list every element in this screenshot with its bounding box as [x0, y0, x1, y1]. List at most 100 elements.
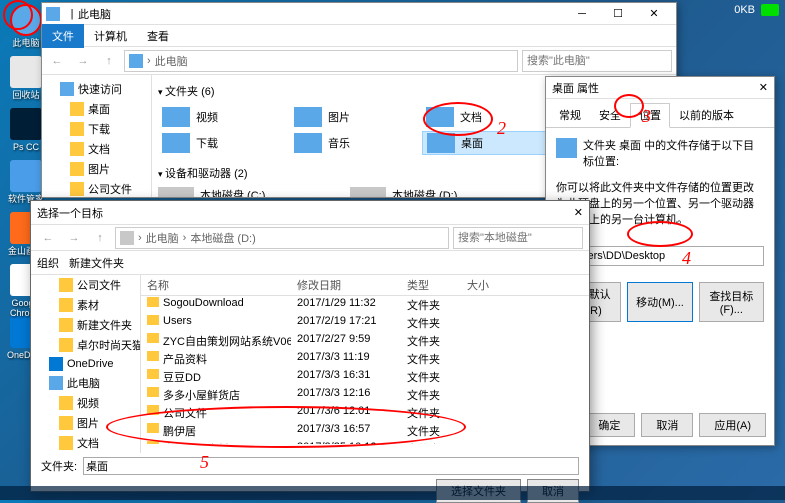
move-button[interactable]: 移动(M)...	[627, 282, 692, 322]
maximize-button[interactable]: ☐	[600, 3, 636, 25]
col-name[interactable]: 名称	[141, 275, 291, 295]
tab-view[interactable]: 查看	[137, 24, 179, 48]
sidebar-item-video[interactable]: 视频	[31, 393, 140, 413]
forward-button[interactable]: →	[63, 227, 85, 249]
up-button[interactable]: ↑	[89, 227, 111, 249]
folder-icon	[147, 369, 159, 379]
back-button[interactable]: ←	[46, 50, 68, 72]
sidebar-item-newfolder[interactable]: 新建文件夹	[31, 315, 140, 335]
trash-icon	[10, 56, 42, 88]
pc-icon	[10, 4, 42, 36]
close-button[interactable]: ✕	[636, 3, 672, 25]
filename-input[interactable]	[83, 457, 579, 475]
cancel-button[interactable]: 取消	[641, 413, 693, 437]
list-item[interactable]: ZYC自由策划网站系统V06商业版-Buil...2017/2/27 9:59文…	[141, 332, 589, 350]
properties-titlebar[interactable]: 桌面 属性 ✕	[546, 77, 774, 99]
net-speed-label: 0KB	[734, 4, 755, 16]
list-item[interactable]: SogouDownload2017/1/29 11:32文件夹	[141, 296, 589, 314]
list-item[interactable]: 公司文件2017/3/6 12:01文件夹	[141, 404, 589, 422]
folder-icon	[59, 298, 73, 312]
drive-icon	[120, 231, 134, 245]
breadcrumb[interactable]: ›此电脑 ›本地磁盘 (D:)	[115, 227, 449, 249]
list-item[interactable]: 鹏伊居2017/3/3 16:57文件夹	[141, 422, 589, 440]
folder-music[interactable]: 音乐	[290, 131, 420, 155]
folder-desktop[interactable]: 桌面	[422, 131, 552, 155]
folder-documents[interactable]: 文档	[422, 105, 552, 129]
folder-pictures[interactable]: 图片	[290, 105, 420, 129]
drive-icon	[158, 187, 194, 197]
list-item[interactable]: Users2017/2/19 17:21文件夹	[141, 314, 589, 332]
desktop-icon	[556, 138, 577, 158]
ok-button[interactable]: 确定	[583, 413, 635, 437]
folder-video[interactable]: 视频	[158, 105, 288, 129]
search-input[interactable]	[453, 227, 583, 249]
find-button[interactable]: 查找目标(F)...	[699, 282, 764, 322]
tab-security[interactable]: 安全	[590, 103, 630, 127]
col-type[interactable]: 类型	[401, 275, 461, 295]
crumb-thispc[interactable]: 此电脑	[155, 53, 188, 69]
close-button[interactable]: ✕	[759, 81, 768, 94]
sidebar-item-company[interactable]: 公司文件	[42, 179, 151, 197]
folder-downloads[interactable]: 下载	[158, 131, 288, 155]
folder-icon	[59, 338, 73, 352]
folder-icon	[59, 396, 73, 410]
list-item[interactable]: 豆豆DD2017/3/3 16:31文件夹	[141, 368, 589, 386]
picker-addressbar: ← → ↑ ›此电脑 ›本地磁盘 (D:)	[31, 225, 589, 251]
network-icon[interactable]	[761, 4, 779, 16]
sidebar-item-documents[interactable]: 文档	[42, 139, 151, 159]
sidebar-item-onedrive[interactable]: OneDrive	[31, 355, 140, 373]
forward-button[interactable]: →	[72, 50, 94, 72]
explorer-titlebar[interactable]: | 此电脑 ─ ☐ ✕	[42, 3, 676, 25]
sidebar-item-thispc[interactable]: 此电脑	[31, 373, 140, 393]
sidebar-item-material[interactable]: 素材	[31, 295, 140, 315]
picker-sidebar: 公司文件 素材 新建文件夹 卓尔时尚天猫店 OneDrive 此电脑 视频 图片…	[31, 275, 141, 453]
new-folder-button[interactable]: 新建文件夹	[69, 255, 124, 271]
downloads-icon	[162, 133, 190, 153]
tab-computer[interactable]: 计算机	[84, 24, 137, 48]
list-item[interactable]: 产品资料2017/3/3 11:19文件夹	[141, 350, 589, 368]
documents-icon	[426, 107, 454, 127]
folder-icon	[59, 436, 73, 450]
pc-icon	[49, 376, 63, 390]
folder-picker-dialog: 选择一个目标 ✕ ← → ↑ ›此电脑 ›本地磁盘 (D:) 组织 新建文件夹 …	[30, 200, 590, 492]
sidebar-item-desktop[interactable]: 桌面	[42, 99, 151, 119]
up-button[interactable]: ↑	[98, 50, 120, 72]
sidebar-item-documents[interactable]: 文档	[31, 433, 140, 453]
ribbon: 文件 计算机 查看	[42, 25, 676, 47]
app-icon	[10, 160, 42, 192]
separator: |	[66, 8, 78, 20]
folder-icon	[147, 441, 159, 444]
taskbar[interactable]	[0, 486, 785, 500]
sidebar-item-downloads[interactable]: 下载	[42, 119, 151, 139]
tab-general[interactable]: 常规	[550, 103, 590, 127]
close-button[interactable]: ✕	[574, 206, 583, 219]
folder-icon	[147, 333, 159, 343]
tab-file[interactable]: 文件	[42, 24, 84, 48]
sidebar-item-zhuoer[interactable]: 卓尔时尚天猫店	[31, 335, 140, 355]
folder-icon	[70, 142, 84, 156]
tab-previous[interactable]: 以前的版本	[670, 103, 743, 127]
picker-title: 选择一个目标	[37, 205, 574, 221]
sidebar-item-quick[interactable]: 快速访问	[42, 79, 151, 99]
properties-tabs: 常规 安全 位置 以前的版本	[546, 99, 774, 128]
column-headers[interactable]: 名称 修改日期 类型 大小	[141, 275, 589, 296]
back-button[interactable]: ←	[37, 227, 59, 249]
minimize-button[interactable]: ─	[564, 3, 600, 25]
drive-c[interactable]: 本地磁盘 (C:)9.74 GB 可用，共 50.0 GB	[158, 187, 338, 197]
col-date[interactable]: 修改日期	[291, 275, 401, 295]
search-input[interactable]	[522, 50, 672, 72]
apply-button[interactable]: 应用(A)	[699, 413, 766, 437]
tab-location[interactable]: 位置	[630, 103, 670, 128]
organize-button[interactable]: 组织	[37, 255, 59, 271]
taskbar-tray: 0KB	[734, 4, 779, 16]
breadcrumb[interactable]: › 此电脑	[124, 50, 518, 72]
picker-titlebar[interactable]: 选择一个目标 ✕	[31, 201, 589, 225]
col-size[interactable]: 大小	[461, 275, 521, 295]
drive-d[interactable]: 本地磁盘 (D:)42.9 GB 可用，共 61.7 GB	[350, 187, 530, 197]
sidebar-item-company[interactable]: 公司文件	[31, 275, 140, 295]
sidebar-item-pictures[interactable]: 图片	[31, 413, 140, 433]
sidebar-item-pictures[interactable]: 图片	[42, 159, 151, 179]
desktop-icon	[427, 133, 455, 153]
list-item[interactable]: 皮肤知识素材2017/2/25 10:12文件夹	[141, 440, 589, 444]
list-item[interactable]: 多多小屋鲜货店2017/3/3 12:16文件夹	[141, 386, 589, 404]
